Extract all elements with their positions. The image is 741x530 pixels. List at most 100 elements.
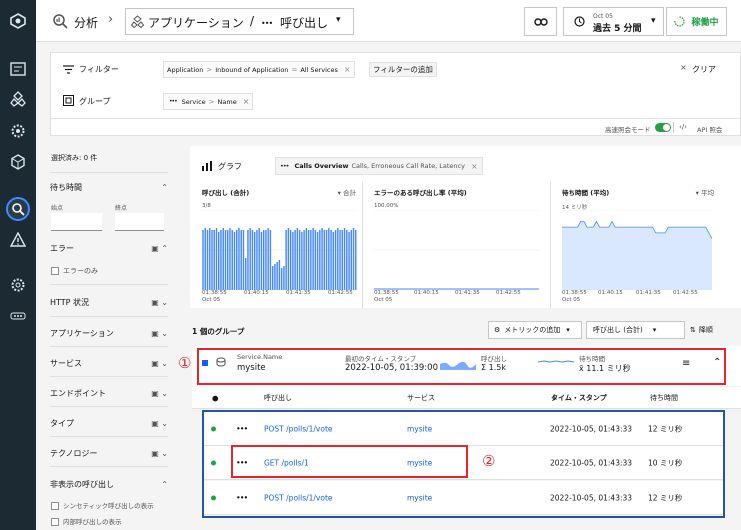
bar [341, 230, 344, 290]
cube-icon[interactable] [7, 151, 29, 173]
bar [222, 228, 224, 290]
dashboard-icon[interactable] [7, 58, 29, 80]
add-filter-button[interactable]: フィルターの追加 [369, 62, 437, 77]
dot-header: ● [212, 393, 219, 402]
synthetic-checkbox[interactable]: シンセティック呼び出しの表示 [51, 500, 154, 510]
bar [346, 230, 348, 290]
bar [325, 230, 328, 290]
bar [251, 230, 254, 290]
chevron-down-icon: ▣ ⌄ [151, 329, 168, 338]
close-icon[interactable]: × [471, 162, 478, 171]
sort-by-dropdown[interactable]: 呼び出し (合計) ▾ [586, 321, 685, 339]
live-status-button[interactable]: 稼働中 [666, 7, 727, 36]
refresh-icon [674, 16, 686, 27]
chart-agg[interactable]: ▾ 平均 [696, 187, 714, 197]
synthetic-label: シンセティック呼び出しの表示 [63, 502, 154, 510]
max-label: 終点 [115, 205, 128, 212]
bar [312, 228, 314, 290]
error-section-header[interactable]: エラー ▣ ⌃ [50, 243, 168, 254]
bar [307, 230, 310, 290]
settings-cog-icon[interactable] [7, 120, 29, 142]
sort-direction-label: 降順 [698, 326, 713, 334]
type-section-header[interactable]: タイプ ▣ ⌄ [50, 418, 168, 429]
divider [50, 316, 168, 317]
latency-max-input[interactable] [115, 213, 164, 231]
bar [224, 230, 227, 290]
api-query-button[interactable]: API 照会 [697, 124, 722, 134]
bar [271, 266, 274, 290]
chevron-down-icon: ▣ ⌄ [151, 449, 168, 458]
endpoint-section-header[interactable]: エンドポイント ▣ ⌄ [50, 388, 168, 399]
filter-tag-services: All Services [300, 65, 338, 74]
bar [227, 230, 229, 290]
sort-direction-button[interactable]: ⇅ 降順 [690, 321, 730, 339]
clear-button[interactable]: クリア [692, 64, 716, 75]
y-tick: 100.00% [374, 203, 399, 209]
bar [321, 228, 323, 290]
selected-count: 選択済み: 0 件 [51, 154, 98, 162]
add-metric-button[interactable]: ⚙ メトリックの追加 ▾ [488, 321, 582, 339]
analyze-search-icon[interactable] [6, 197, 30, 221]
http-label: HTTP 状況 [50, 298, 90, 307]
endpoint-label: エンドポイント [50, 389, 106, 398]
bar [323, 230, 326, 290]
bar [274, 264, 276, 290]
bar [206, 230, 209, 290]
divider [673, 122, 674, 133]
chart-title: 呼び出し (合計) [202, 189, 250, 197]
chart-latency[interactable]: 待ち時間 (平均) ▾ 平均 14 ミリ秒 01:38:55 01:40:15 … [556, 182, 720, 308]
latency-min-input[interactable] [51, 213, 102, 231]
bar [301, 232, 303, 290]
divider [50, 284, 168, 285]
infrastructure-icon[interactable] [7, 88, 29, 110]
graph-selector[interactable]: ••• Calls Overview Calls, Erroneous Call… [275, 157, 483, 175]
time-range-picker[interactable]: Oct 05 過去 5 分間 ▾ [563, 7, 664, 36]
chart-error-rate[interactable]: エラーのある呼び出し率 (平均) 100.00% 01:38:55 01:40:… [368, 182, 551, 308]
col-timestamp[interactable]: タイム・スタンプ ↓ [551, 394, 607, 402]
group-expression[interactable]: ••• Service > Name × [163, 93, 254, 110]
tech-section-header[interactable]: テクノロジー ▣ ⌄ [50, 448, 168, 459]
logo-icon[interactable] [7, 10, 29, 32]
bar [305, 228, 308, 290]
col-service[interactable]: サービス [407, 393, 435, 403]
error-only-checkbox[interactable]: エラーのみ [51, 266, 98, 276]
bar [211, 230, 213, 290]
call-dots-icon: ••• [169, 98, 178, 105]
col-latency[interactable]: 待ち時間 [650, 393, 678, 403]
filter-label: フィルター [79, 65, 119, 74]
chart-calls[interactable]: 呼び出し (合計) ▾ 合計 3/8 01:38:55 01:40:15 01:… [196, 182, 363, 308]
annotation-number-1: ① [178, 354, 192, 372]
divider [50, 466, 168, 467]
copy-link-button[interactable] [524, 7, 557, 36]
x-sub: Oct 05 [374, 297, 393, 303]
bar [348, 232, 350, 290]
annotation-box-1 [197, 348, 726, 385]
code-icon: ‹/› [679, 123, 687, 131]
col-calls[interactable]: 呼び出し [264, 393, 292, 403]
advanced-mode-toggle[interactable] [655, 123, 671, 132]
close-icon[interactable]: × [341, 65, 354, 74]
caret-down-icon: ▾ [651, 16, 656, 26]
hidden-section-header[interactable]: 非表示の呼び出し ⌃ [50, 479, 168, 490]
app-section-header[interactable]: アプリケーション ▣ ⌄ [50, 328, 168, 339]
http-section-header[interactable]: HTTP 状況 ▣ ⌄ [50, 297, 168, 308]
alert-icon[interactable] [7, 229, 29, 251]
service-section-header[interactable]: サービス ▣ ⌄ [50, 358, 168, 369]
gear-icon[interactable] [7, 274, 29, 296]
internal-checkbox[interactable]: 内部呼び出しの表示 [51, 516, 122, 526]
x-tick: 01:38:55 [562, 290, 587, 296]
more-icon[interactable] [7, 305, 29, 327]
chevron-down-icon: ▣ ⌄ [151, 359, 168, 368]
group-label: グループ [79, 97, 111, 106]
group-toggle-icon: ▣ ⌃ [151, 244, 168, 253]
x-tick: 01:41:35 [455, 290, 480, 296]
filter-expression[interactable]: Application > Inbound of Application = A… [163, 61, 355, 78]
breadcrumb-dropdown[interactable]: アプリケーション / ••• 呼び出し ▾ [125, 8, 354, 35]
filter-tag-inbound: Inbound of Application [215, 65, 289, 74]
latency-section-header[interactable]: 待ち時間 ⌃ [50, 182, 168, 193]
bar [265, 230, 267, 290]
chart-agg[interactable]: ▾ 合計 [338, 187, 356, 197]
hidden-label: 非表示の呼び出し [50, 480, 114, 489]
breadcrumb-root[interactable]: 分析 [74, 14, 98, 31]
close-icon[interactable]: × [240, 97, 253, 106]
